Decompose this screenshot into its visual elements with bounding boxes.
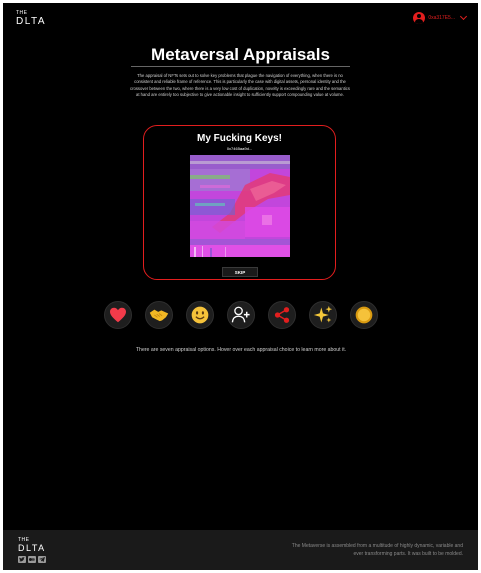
appraisal-smile-button[interactable] [186, 301, 214, 329]
footer-text: The Metaverse is assembled from a multit… [291, 543, 463, 557]
footer-logo[interactable]: THE DLTA [18, 538, 46, 553]
account-address: 0xa317E5... [428, 15, 455, 21]
nft-address: 0x7465aa9d... [226, 146, 253, 151]
user-avatar-icon [413, 12, 426, 24]
footer: THE DLTA The Metaverse is assembled from… [3, 530, 478, 570]
handshake-icon [149, 309, 169, 322]
appraisal-sparkles-button[interactable] [309, 301, 337, 329]
appraisal-add-person-button[interactable] [227, 301, 255, 329]
telegram-icon[interactable] [38, 556, 46, 563]
appraisal-handshake-button[interactable] [145, 301, 173, 329]
title-divider [131, 66, 350, 67]
social-links [18, 556, 46, 563]
heart-icon [110, 307, 126, 323]
twitter-icon[interactable] [18, 556, 26, 563]
coin-icon [355, 306, 373, 324]
logo[interactable]: THE DLTA [16, 11, 46, 27]
header: THE DLTA 0xa317E5... [3, 3, 478, 35]
nft-artwork [190, 155, 290, 257]
intro-text: The appraisal of NFTs sets out to solve … [130, 73, 350, 97]
logo-dlta: DLTA [16, 16, 47, 27]
nft-image [190, 155, 290, 257]
share-icon [274, 307, 290, 323]
skip-button[interactable]: SKIP [222, 267, 258, 277]
appraisal-coin-button[interactable] [350, 301, 378, 329]
nft-card: My Fucking Keys! 0x7465aa9d... SKIP [143, 125, 336, 280]
page: THE DLTA 0xa317E5... Metaversal Appraisa… [3, 3, 478, 570]
account-menu[interactable]: 0xa317E5... [413, 12, 468, 24]
smile-icon [191, 306, 209, 324]
medium-icon[interactable] [28, 556, 36, 563]
footer-logo-dlta: DLTA [18, 543, 46, 553]
chevron-down-icon [459, 12, 468, 21]
sparkles-icon [313, 305, 333, 323]
page-title: Metaversal Appraisals [151, 45, 330, 64]
nft-title: My Fucking Keys! [196, 133, 283, 144]
appraisal-heart-button[interactable] [104, 301, 132, 329]
appraisal-share-button[interactable] [268, 301, 296, 329]
appraisal-hint: There are seven appraisal options. Hover… [135, 347, 347, 353]
appraisal-options [104, 301, 380, 331]
add-person-icon [231, 306, 250, 323]
